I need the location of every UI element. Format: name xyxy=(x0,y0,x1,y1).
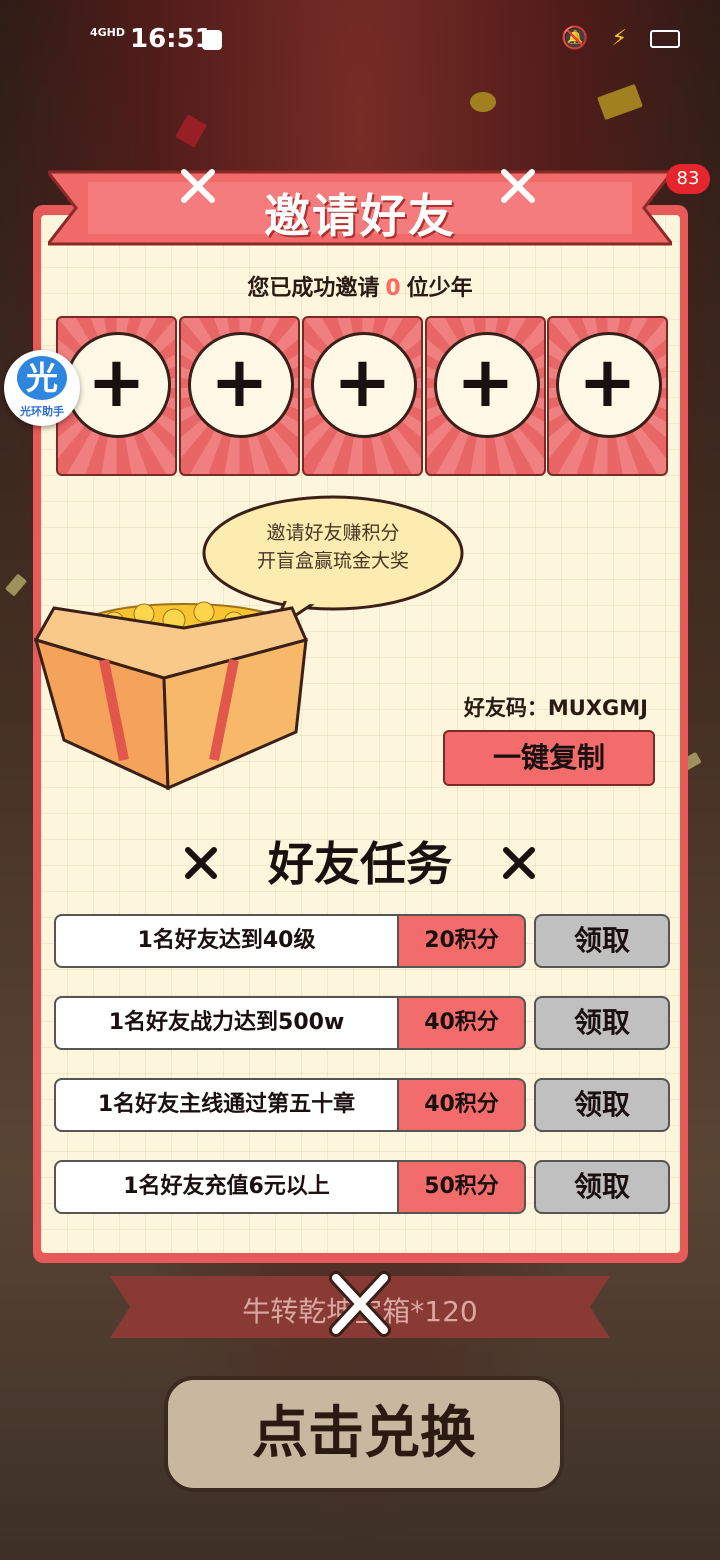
task-row: 1名好友主线通过第五十章 40积分 领取 xyxy=(54,1078,670,1132)
invite-slot[interactable]: + xyxy=(547,316,668,476)
invite-slot[interactable]: + xyxy=(302,316,423,476)
invite-slots: + + + + + xyxy=(56,316,668,476)
page-title: 邀请好友 xyxy=(264,189,456,243)
claim-button[interactable]: 领取 xyxy=(534,996,670,1050)
friend-code: 好友码：MUXGMJ xyxy=(463,696,648,720)
invite-status: 您已成功邀请 0 位少年 xyxy=(0,270,720,302)
task-points: 40积分 xyxy=(397,996,526,1050)
assistant-logo-icon: 光 xyxy=(17,356,67,400)
charging-icon: ⚡ xyxy=(611,26,635,51)
task-description: 1名好友主线通过第五十章 xyxy=(54,1078,399,1132)
task-points: 50积分 xyxy=(397,1160,526,1214)
invite-count: 0 xyxy=(385,276,401,301)
assistant-label: 光环助手 xyxy=(20,405,64,418)
plus-icon: + xyxy=(333,341,392,423)
network-indicator: 4GHD xyxy=(90,26,126,39)
task-points: 20积分 xyxy=(397,914,526,968)
treasure-box-illustration xyxy=(33,560,324,800)
tasks-title: 好友任务 xyxy=(268,837,452,891)
task-description: 1名好友充值6元以上 xyxy=(54,1160,399,1214)
task-description: 1名好友达到40级 xyxy=(54,914,399,968)
task-row: 1名好友达到40级 20积分 领取 xyxy=(54,914,670,968)
status-bar: 4GHD 16:51 🔕 ⚡ xyxy=(0,0,720,80)
bell-off-icon: 🔕 xyxy=(561,26,597,51)
ribbon-decor-x-icon xyxy=(501,169,535,203)
claim-button[interactable]: 领取 xyxy=(534,1078,670,1132)
task-row: 1名好友战力达到500w 40积分 领取 xyxy=(54,996,670,1050)
battery-icon xyxy=(650,30,680,48)
close-icon[interactable] xyxy=(326,1270,394,1338)
invite-slot[interactable]: + xyxy=(179,316,300,476)
title-decor-x-icon xyxy=(503,847,535,879)
notification-badge: 83 xyxy=(666,164,710,194)
copy-code-button[interactable]: 一键复制 xyxy=(443,730,655,786)
claim-button[interactable]: 领取 xyxy=(534,1160,670,1214)
plus-icon: + xyxy=(210,341,269,423)
invite-status-prefix: 您已成功邀请 xyxy=(247,276,380,301)
plus-icon: + xyxy=(456,341,515,423)
assistant-floating-button[interactable]: 光 光环助手 xyxy=(4,350,80,426)
telegram-icon xyxy=(202,30,222,50)
clock: 16:51 xyxy=(130,24,213,54)
header-ribbon: 邀请好友 xyxy=(48,168,672,248)
plus-icon: + xyxy=(578,341,637,423)
claim-button[interactable]: 领取 xyxy=(534,914,670,968)
task-row: 1名好友充值6元以上 50积分 领取 xyxy=(54,1160,670,1214)
exchange-button[interactable]: 点击兑换 xyxy=(164,1376,564,1492)
task-description: 1名好友战力达到500w xyxy=(54,996,399,1050)
invite-slot[interactable]: + xyxy=(425,316,546,476)
task-points: 40积分 xyxy=(397,1078,526,1132)
invite-status-suffix: 位少年 xyxy=(406,276,473,301)
status-icons: 🔕 ⚡ xyxy=(561,26,680,51)
bubble-line-1: 邀请好友赚积分 xyxy=(266,522,400,544)
